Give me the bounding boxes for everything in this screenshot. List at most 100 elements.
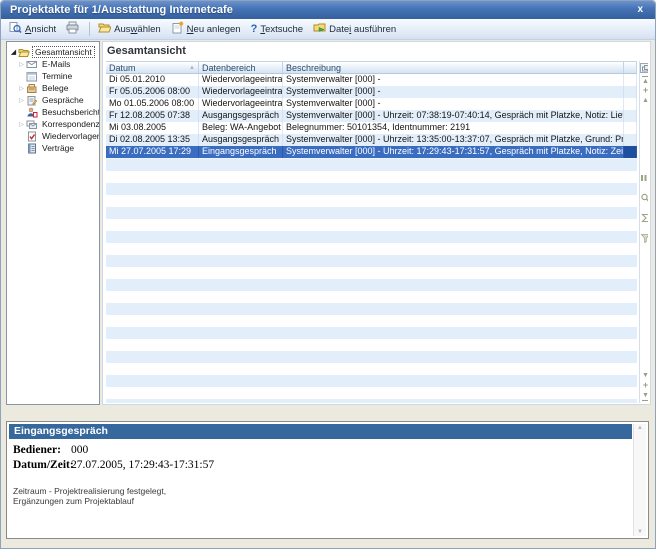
cell-datenbereich: Ausgangsgespräch — [199, 110, 283, 122]
toolbar: Ansicht Auswählen Neu anlegen ? Textsuch… — [1, 19, 655, 40]
print-button[interactable] — [62, 19, 85, 39]
talks-icon — [26, 95, 38, 106]
new-document-icon — [171, 21, 184, 37]
grid-side-toolbar: ▲ + ▲ ▼ + ▼ — [639, 61, 648, 403]
tree-item-vertraege[interactable]: Verträge — [9, 142, 99, 154]
tree-item-belege[interactable]: ▷ Belege — [9, 82, 99, 94]
view-icon — [9, 21, 22, 37]
filter-icon[interactable] — [640, 230, 648, 248]
tree-item-label[interactable]: Besuchsberichte — [40, 107, 100, 117]
tree-item-label[interactable]: Belege — [40, 83, 70, 93]
chevron-right-icon[interactable]: ▷ — [17, 85, 26, 92]
sort-asc-icon: ▲ — [189, 65, 195, 71]
scroll-up-arrow-icon[interactable]: ▲ — [637, 425, 643, 431]
scroll-minus-icon[interactable]: + — [643, 381, 648, 391]
table-row[interactable]: Fr 12.08.2005 07:38 Ausgangsgespräch Sys… — [106, 110, 637, 122]
search-icon[interactable] — [640, 190, 648, 208]
data-grid: Datum ▲ Datenbereich Beschreibung Di 05.… — [106, 61, 637, 403]
table-row[interactable]: Fr 05.05.2006 08:00 Wiedervorlageeintrag… — [106, 86, 637, 98]
cell-beschreibung: Belegnummer: 50101354, Identnummer: 2191 — [283, 122, 624, 134]
titlebar: Projektakte für 1/Ausstattung Internetca… — [1, 1, 655, 19]
scroll-up-icon[interactable]: ▲ — [642, 96, 648, 106]
tree-item-emails[interactable]: ▷ E-Mails — [9, 58, 99, 70]
field-value-datum-zeit: 27.07.2005, 17:29:43-17:31:57 — [71, 458, 214, 473]
mail-icon — [26, 59, 38, 70]
cell-beschreibung: Systemverwalter [000] - — [283, 74, 624, 86]
columns-icon[interactable] — [640, 170, 648, 188]
column-header-indicator — [624, 62, 637, 73]
cell-datum: Mo 01.05.2006 08:00 — [106, 98, 199, 110]
tree-item-label[interactable]: E-Mails — [40, 59, 72, 69]
calendar-icon — [26, 71, 38, 82]
field-bediener: Bediener: 000 — [13, 443, 633, 458]
cell-beschreibung: Systemverwalter [000] - — [283, 86, 624, 98]
detail-panel: Eingangsgespräch Bediener: 000 Datum/Zei… — [6, 421, 649, 539]
tree-item-label[interactable]: Korrespondenzen — [40, 119, 100, 129]
scroll-down-arrow-icon[interactable]: ▼ — [637, 529, 643, 535]
grid-header: Datum ▲ Datenbereich Beschreibung — [106, 61, 637, 74]
tree-item-korrespondenzen[interactable]: ▷ Korrespondenzen — [9, 118, 99, 130]
column-header-datenbereich[interactable]: Datenbereich — [199, 62, 283, 73]
tree-item-label[interactable]: Wiedervorlagen — [40, 131, 100, 141]
detail-body: Bediener: 000 Datum/Zeit: 27.07.2005, 17… — [7, 439, 633, 506]
execute-file-button[interactable]: Datei ausführen — [309, 19, 402, 39]
grid-empty-rows — [106, 158, 637, 403]
chevron-right-icon[interactable]: ▷ — [17, 97, 26, 104]
tree-item-label[interactable]: Gespräche — [40, 95, 86, 105]
new-button[interactable]: Neu anlegen — [167, 19, 247, 39]
table-row[interactable]: Mi 03.08.2005 Beleg: WA-Angebot (alle Be… — [106, 122, 637, 134]
cell-beschreibung: Systemverwalter [000] - Uhrzeit: 13:35:0… — [283, 134, 624, 146]
table-row[interactable]: Di 05.01.2010 Wiedervorlageeintrag Syste… — [106, 74, 637, 86]
projektakte-window: Projektakte für 1/Ausstattung Internetca… — [0, 0, 656, 549]
tree-item-gesamtansicht[interactable]: ◢ Gesamtansicht — [9, 46, 99, 58]
cell-datum: Di 02.08.2005 13:35 — [106, 134, 199, 146]
cell-datum: Mi 27.07.2005 17:29 — [106, 146, 199, 158]
view-button[interactable]: Ansicht — [5, 19, 62, 39]
field-datum-zeit: Datum/Zeit: 27.07.2005, 17:29:43-17:31:5… — [13, 458, 633, 473]
detail-title: Eingangsgespräch — [9, 424, 632, 439]
view-button-label: Ansicht — [25, 24, 56, 35]
cell-datum: Fr 12.08.2005 07:38 — [106, 110, 199, 122]
table-row-selected[interactable]: Mi 27.07.2005 17:29 Eingangsgespräch Sys… — [106, 146, 637, 158]
select-button-label: Auswählen — [114, 24, 161, 35]
detail-scrollbar[interactable]: ▲ ▼ — [633, 424, 646, 536]
textsearch-button[interactable]: ? Textsuche — [247, 22, 310, 37]
new-button-label: Neu anlegen — [187, 24, 241, 35]
scroll-bottom-icon[interactable]: ▼ — [642, 391, 648, 401]
tree-item-wiedervorlagen[interactable]: Wiedervorlagen — [9, 130, 99, 142]
column-header-beschreibung[interactable]: Beschreibung — [283, 62, 624, 73]
cell-datenbereich: Beleg: WA-Angebot (alle Bel — [199, 122, 283, 134]
chevron-right-icon[interactable]: ▷ — [17, 121, 26, 128]
field-label-bediener: Bediener: — [13, 443, 71, 458]
print-icon — [66, 21, 79, 37]
expanded-icon[interactable]: ◢ — [9, 48, 18, 56]
cell-datum: Mi 03.08.2005 — [106, 122, 199, 134]
cell-beschreibung: Systemverwalter [000] - Uhrzeit: 07:38:1… — [283, 110, 624, 122]
followup-icon — [26, 131, 38, 142]
tree-item-label[interactable]: Verträge — [40, 143, 76, 153]
close-icon[interactable]: x — [634, 4, 646, 16]
textsearch-button-label: Textsuche — [260, 24, 303, 35]
cell-datenbereich: Ausgangsgespräch — [199, 134, 283, 146]
chevron-right-icon[interactable]: ▷ — [17, 61, 26, 68]
visit-report-icon — [26, 107, 38, 118]
scroll-plus-icon[interactable]: + — [643, 86, 648, 96]
tree-item-label[interactable]: Termine — [40, 71, 74, 81]
grid-region: Gesamtansicht Datum ▲ Datenbereich Besch… — [102, 41, 651, 405]
tree-item-besuchsberichte[interactable]: Besuchsberichte — [9, 106, 99, 118]
table-row[interactable]: Di 02.08.2005 13:35 Ausgangsgespräch Sys… — [106, 134, 637, 146]
column-header-datum[interactable]: Datum ▲ — [106, 62, 199, 73]
tree-item-termine[interactable]: Termine — [9, 70, 99, 82]
table-row[interactable]: Mo 01.05.2006 08:00 Wiedervorlageeintrag… — [106, 98, 637, 110]
select-button[interactable]: Auswählen — [94, 19, 167, 39]
question-icon: ? — [251, 24, 258, 35]
cell-datenbereich: Eingangsgespräch — [199, 146, 283, 158]
field-value-bediener: 000 — [71, 443, 88, 458]
sum-icon[interactable] — [640, 210, 648, 228]
tree-item-label[interactable]: Gesamtansicht — [32, 46, 95, 58]
page-title: Gesamtansicht — [106, 44, 648, 61]
tree-item-gespraeche[interactable]: ▷ Gespräche — [9, 94, 99, 106]
content-area: ◢ Gesamtansicht ▷ E-Mails Termine ▷ Bele… — [1, 40, 655, 405]
customize-icon[interactable] — [640, 63, 648, 73]
cell-datum: Fr 05.05.2006 08:00 — [106, 86, 199, 98]
